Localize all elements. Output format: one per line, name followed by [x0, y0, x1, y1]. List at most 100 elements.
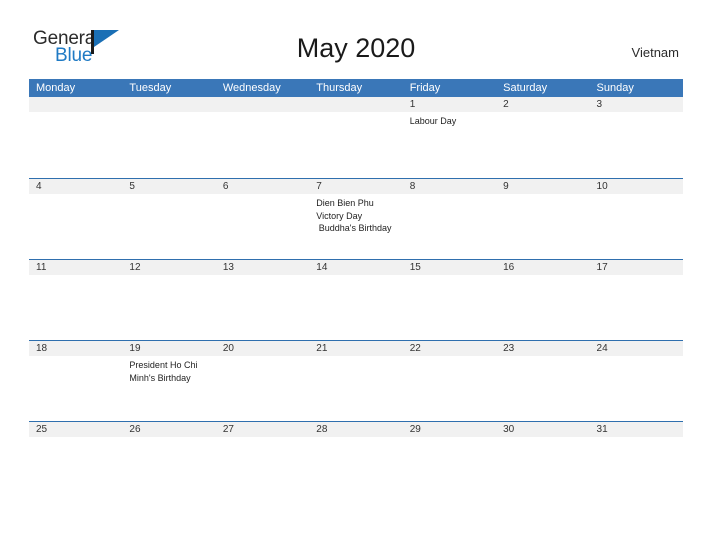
day-events-cell: [216, 275, 309, 340]
calendar-week-row: 18 19 20 21 22 23 24 President Ho Chi Minh's Bi…: [29, 340, 683, 421]
day-events-cell: President Ho Chi Minh's Birthday: [122, 356, 215, 421]
day-number-16[interactable]: 16: [496, 260, 589, 275]
week-events-band: Dien Bien Phu Victory Day Buddha's Birth…: [29, 194, 683, 259]
day-number-3[interactable]: 3: [590, 97, 683, 112]
day-number-5[interactable]: 5: [122, 179, 215, 194]
day-events-cell: [590, 194, 683, 259]
day-number-13[interactable]: 13: [216, 260, 309, 275]
day-number-24[interactable]: 24: [590, 341, 683, 356]
day-events-cell: [496, 112, 589, 177]
weekday-header-saturday: Saturday: [503, 82, 548, 94]
day-number-4[interactable]: 4: [29, 179, 122, 194]
day-number-28[interactable]: 28: [309, 422, 402, 437]
day-number-30[interactable]: 30: [496, 422, 589, 437]
week-events-band: Labour Day: [29, 112, 683, 177]
day-events-cell: [29, 112, 122, 177]
day-number-empty: [29, 97, 122, 112]
day-number-21[interactable]: 21: [309, 341, 402, 356]
day-number-14[interactable]: 14: [309, 260, 402, 275]
day-number-22[interactable]: 22: [403, 341, 496, 356]
day-events-cell: [216, 356, 309, 421]
day-events-cell: [309, 437, 402, 502]
day-events-cell: [309, 275, 402, 340]
day-number-29[interactable]: 29: [403, 422, 496, 437]
day-number-9[interactable]: 9: [496, 179, 589, 194]
day-number-8[interactable]: 8: [403, 179, 496, 194]
day-events-cell: [403, 437, 496, 502]
day-number-26[interactable]: 26: [122, 422, 215, 437]
day-number-empty: [122, 97, 215, 112]
calendar-grid: Monday Tuesday Wednesday Thursday Friday Satu…: [29, 79, 683, 502]
calendar-week-row: 1 2 3 Labour Day: [29, 97, 683, 178]
weekday-header-monday: Monday: [36, 82, 76, 94]
day-events-cell: [496, 437, 589, 502]
calendar-week-row: 11 12 13 14 15 16 17: [29, 259, 683, 340]
day-number-31[interactable]: 31: [590, 422, 683, 437]
weekday-header-sunday: Sunday: [596, 82, 634, 94]
weekday-header-friday: Friday: [409, 82, 441, 94]
day-number-20[interactable]: 20: [216, 341, 309, 356]
week-date-band: 25 26 27 28 29 30 31: [29, 422, 683, 437]
day-number-17[interactable]: 17: [590, 260, 683, 275]
day-events-cell: [403, 356, 496, 421]
day-events-cell: [216, 194, 309, 259]
week-date-band: 18 19 20 21 22 23 24: [29, 341, 683, 356]
day-number-1[interactable]: 1: [403, 97, 496, 112]
holiday-event: Labour Day: [409, 116, 457, 126]
day-number-18[interactable]: 18: [29, 341, 122, 356]
page-title: May 2020: [296, 33, 416, 63]
calendar-week-row: 25 26 27 28 29 30 31: [29, 421, 683, 502]
day-events-cell: [122, 194, 215, 259]
week-date-band: 123: [29, 97, 683, 112]
day-number-23[interactable]: 23: [496, 341, 589, 356]
holiday-event: President Ho Chi Minh's Birthday: [129, 360, 200, 383]
weekday-header-thursday: Thursday: [316, 82, 363, 94]
holiday-event: Dien Bien Phu Victory Day: [316, 198, 377, 221]
day-number-15[interactable]: 15: [403, 260, 496, 275]
day-events-cell: Labour Day: [403, 112, 496, 177]
day-events-cell: [309, 356, 402, 421]
day-number-10[interactable]: 10: [590, 179, 683, 194]
day-events-cell: [403, 275, 496, 340]
day-events-cell: [590, 356, 683, 421]
week-date-band: 4 5 6 7 8 9 10: [29, 179, 683, 194]
day-events-cell: [496, 194, 589, 259]
weekday-header-wednesday: Wednesday: [222, 82, 281, 94]
day-number-7[interactable]: 7: [309, 179, 402, 194]
week-events-band: [29, 437, 683, 502]
day-events-cell: Dien Bien Phu Victory Day Buddha's Birth…: [309, 194, 402, 259]
day-events-cell: [496, 356, 589, 421]
day-events-cell: [29, 275, 122, 340]
day-events-cell: [590, 112, 683, 177]
day-events-cell: [403, 194, 496, 259]
day-events-cell: [122, 275, 215, 340]
day-number-empty: [309, 97, 402, 112]
day-number-19[interactable]: 19: [122, 341, 215, 356]
day-number-11[interactable]: 11: [29, 260, 122, 275]
day-events-cell: [216, 112, 309, 177]
week-events-band: President Ho Chi Minh's Birthday: [29, 356, 683, 421]
day-events-cell: [496, 275, 589, 340]
calendar-weeks: 1 2 3 Labour Day 4 5 6 7 8 9 10 Dien Bien Phu Victo…: [29, 97, 683, 502]
holiday-event: Buddha's Birthday: [316, 223, 392, 233]
day-number-2[interactable]: 2: [496, 97, 589, 112]
day-number-empty: [216, 97, 309, 112]
day-events-cell: [29, 356, 122, 421]
day-number-25[interactable]: 25: [29, 422, 122, 437]
weekday-header-tuesday: Tuesday: [129, 82, 172, 94]
day-events-cell: [122, 112, 215, 177]
day-events-cell: [309, 112, 402, 177]
country-label: Vietnam: [631, 45, 679, 60]
day-events-cell: [590, 275, 683, 340]
day-events-cell: [29, 194, 122, 259]
weekday-header-row: Monday Tuesday Wednesday Thursday Friday Satu…: [29, 79, 683, 97]
week-events-band: [29, 275, 683, 340]
day-events-cell: [122, 437, 215, 502]
calendar-week-row: 4 5 6 7 8 9 10 Dien Bien Phu Victory Day Buddha…: [29, 178, 683, 259]
day-number-6[interactable]: 6: [216, 179, 309, 194]
day-events-cell: [29, 437, 122, 502]
day-number-12[interactable]: 12: [122, 260, 215, 275]
day-number-27[interactable]: 27: [216, 422, 309, 437]
day-events-cell: [590, 437, 683, 502]
week-date-band: 11 12 13 14 15 16 17: [29, 260, 683, 275]
